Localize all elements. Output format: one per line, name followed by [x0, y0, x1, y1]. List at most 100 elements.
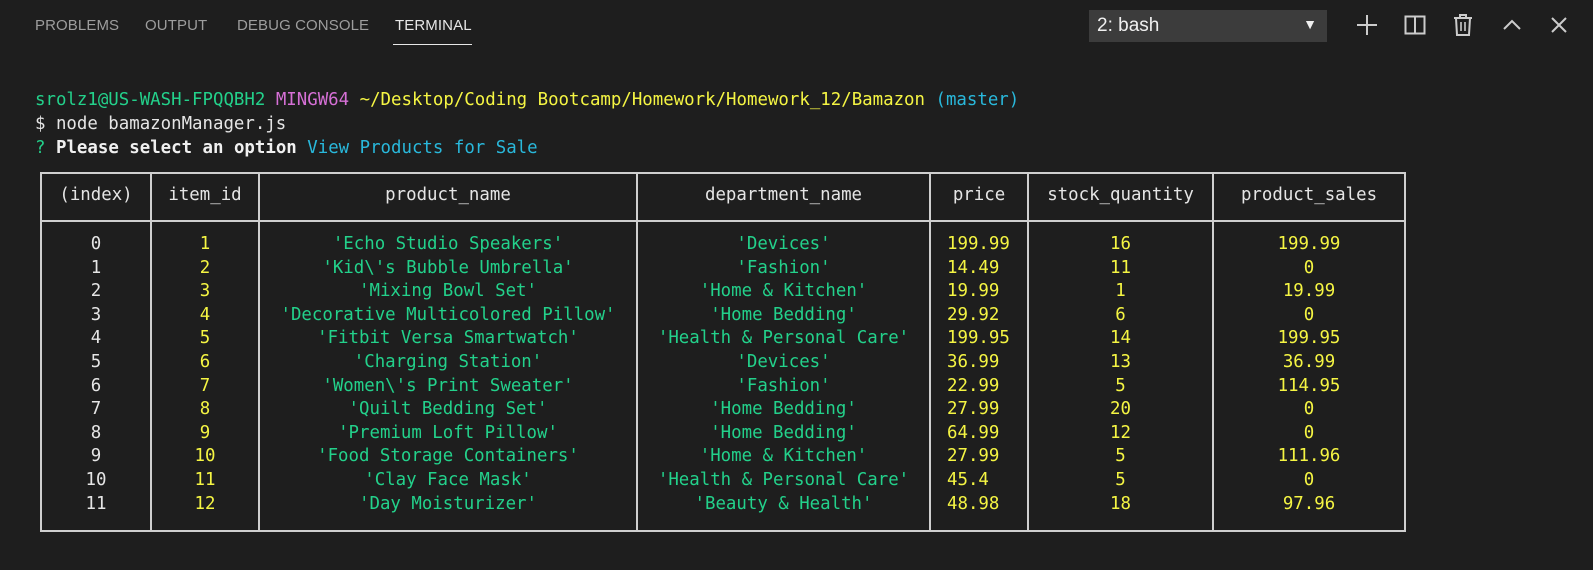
cell-item-id: 1	[199, 234, 211, 254]
cell-stock-quantity: 5	[1115, 446, 1126, 467]
terminal-output[interactable]: srolz1@US-WASH-FPQQBH2 MINGW64 ~/Desktop…	[35, 88, 1019, 160]
cell-index: 1	[90, 257, 102, 278]
cell-product-name: 'Clay Face Mask'	[364, 470, 532, 490]
cell-department-name: 'Devices'	[736, 352, 831, 372]
cell-stock-quantity: 12	[1110, 422, 1131, 443]
header-product-sales: product_sales	[1240, 185, 1378, 205]
table-row: 4 5 'Fitbit Versa Smartwatch' 'Health & Per…	[42, 326, 1404, 350]
cell-stock-quantity: 14	[1110, 328, 1131, 349]
cell-price: 48.98	[947, 493, 1000, 514]
cell-product-sales: 111.96	[1277, 446, 1341, 467]
cell-price: 19.99	[947, 281, 1000, 302]
cell-item-id: 4	[199, 304, 211, 325]
question-mark: ?	[35, 138, 46, 158]
cell-index: 7	[90, 399, 102, 420]
cell-product-name: 'Decorative Multicolored Pillow'	[280, 304, 616, 325]
header-stock-quantity: stock_quantity	[1047, 185, 1194, 205]
cell-product-sales: 199.95	[1277, 328, 1341, 349]
cell-product-name: 'Quilt Bedding Set'	[348, 399, 548, 420]
cell-stock-quantity: 20	[1110, 399, 1131, 420]
active-tab-indicator	[393, 44, 472, 45]
table-row: 5 6 'Charging Station' 'Devices' 36.99 13 36.9…	[42, 350, 1404, 374]
trash-icon[interactable]	[1450, 12, 1476, 38]
cell-product-name: 'Women\'s Print Sweater'	[322, 375, 574, 396]
cell-product-name: 'Echo Studio Speakers'	[332, 234, 564, 254]
cell-department-name: 'Home & Kitchen'	[699, 446, 868, 467]
tab-terminal[interactable]: TERMINAL	[395, 17, 472, 34]
cell-stock-quantity: 1	[1115, 281, 1126, 302]
table-row: 7 8 'Quilt Bedding Set' 'Home Bedding' 27.99…	[42, 397, 1404, 421]
cell-price: 64.99	[947, 422, 1000, 443]
cell-item-id: 6	[199, 352, 211, 372]
cell-product-sales: 97.96	[1282, 493, 1336, 514]
cell-department-name: 'Home & Kitchen'	[699, 281, 868, 302]
cell-item-id: 5	[199, 328, 211, 349]
header-divider	[42, 220, 1404, 222]
cell-product-sales: 0	[1303, 470, 1315, 490]
prompt-path: ~/Desktop/Coding Bootcamp/Homework/Homew…	[359, 90, 925, 110]
cell-stock-quantity: 11	[1110, 257, 1131, 278]
cell-stock-quantity: 5	[1115, 470, 1126, 490]
dropdown-caret-icon: ▼	[1303, 16, 1317, 32]
cell-price: 14.49	[947, 257, 1000, 278]
cell-price: 27.99	[947, 399, 1000, 420]
cell-product-name: 'Fitbit Versa Smartwatch'	[317, 328, 579, 349]
cell-item-id: 12	[194, 493, 216, 514]
cell-product-name: 'Premium Loft Pillow'	[338, 422, 558, 443]
table-row: 8 9 'Premium Loft Pillow' 'Home Bedding' 64.…	[42, 421, 1404, 445]
cell-item-id: 7	[199, 375, 211, 396]
cell-product-sales: 114.95	[1277, 375, 1341, 396]
cell-index: 6	[90, 375, 102, 396]
cell-price: 29.92	[947, 304, 1000, 325]
table-row: 9 10 'Food Storage Containers' 'Home & Kitc…	[42, 444, 1404, 468]
command-line: $ node bamazonManager.js	[35, 114, 287, 134]
cell-product-name: 'Day Moisturizer'	[359, 493, 537, 514]
table-row: 3 4 'Decorative Multicolored Pillow' 'Home …	[42, 303, 1404, 327]
tab-problems[interactable]: PROBLEMS	[35, 17, 119, 34]
table-row: 2 3 'Mixing Bowl Set' 'Home & Kitchen' 19.99…	[42, 279, 1404, 303]
cell-item-id: 10	[194, 446, 216, 467]
cell-stock-quantity: 6	[1115, 304, 1126, 325]
terminal-select[interactable]: 2: bash ▼	[1089, 10, 1327, 42]
cell-product-sales: 0	[1303, 257, 1315, 278]
header-product-name: product_name	[385, 185, 511, 205]
tab-debug-console[interactable]: DEBUG CONSOLE	[237, 17, 369, 34]
chevron-up-icon[interactable]	[1499, 12, 1525, 38]
prompt-user-host: srolz1@US-WASH-FPQQBH2	[35, 90, 266, 110]
cell-item-id: 2	[199, 257, 211, 278]
cell-item-id: 8	[199, 399, 211, 420]
cell-product-name: 'Kid\'s Bubble Umbrella'	[322, 257, 574, 278]
cell-stock-quantity: 5	[1115, 375, 1126, 396]
header-price: price	[952, 185, 1006, 205]
cell-product-name: 'Charging Station'	[353, 352, 543, 372]
table-row: 0 1 'Echo Studio Speakers' 'Devices' 199.99 1…	[42, 232, 1404, 256]
close-icon[interactable]	[1546, 12, 1572, 38]
table-row: 6 7 'Women\'s Print Sweater' 'Fashion' 22.99…	[42, 374, 1404, 398]
tab-output[interactable]: OUTPUT	[145, 17, 207, 34]
table-row: 1 2 'Kid\'s Bubble Umbrella' 'Fashion' 14.49…	[42, 256, 1404, 280]
cell-department-name: 'Home Bedding'	[710, 399, 857, 420]
cell-stock-quantity: 16	[1110, 234, 1131, 254]
products-table: (index) item_id product_name department_…	[40, 172, 1406, 532]
answer-text: View Products for Sale	[307, 138, 538, 158]
cell-index: 2	[90, 281, 102, 302]
split-icon[interactable]	[1402, 12, 1428, 38]
cell-index: 8	[90, 422, 102, 443]
cell-stock-quantity: 13	[1110, 352, 1131, 372]
cell-index: 0	[90, 234, 102, 254]
cell-product-sales: 36.99	[1282, 352, 1336, 372]
header-item-id: item_id	[168, 185, 242, 205]
cell-price: 27.99	[947, 446, 1000, 467]
cell-product-sales: 0	[1303, 399, 1315, 420]
cell-item-id: 3	[199, 281, 211, 302]
cell-price: 199.99	[947, 234, 1010, 254]
cell-department-name: 'Fashion'	[736, 375, 831, 396]
cell-department-name: 'Home Bedding'	[710, 422, 857, 443]
table-row: 10 11 'Clay Face Mask' 'Health & Personal C…	[42, 468, 1404, 492]
prompt-branch: (master)	[935, 90, 1020, 110]
cell-price: 22.99	[947, 375, 1000, 396]
plus-icon[interactable]	[1354, 12, 1380, 38]
cell-price: 45.4	[947, 470, 989, 490]
cell-department-name: 'Beauty & Health'	[694, 493, 873, 514]
cell-department-name: 'Home Bedding'	[710, 304, 857, 325]
